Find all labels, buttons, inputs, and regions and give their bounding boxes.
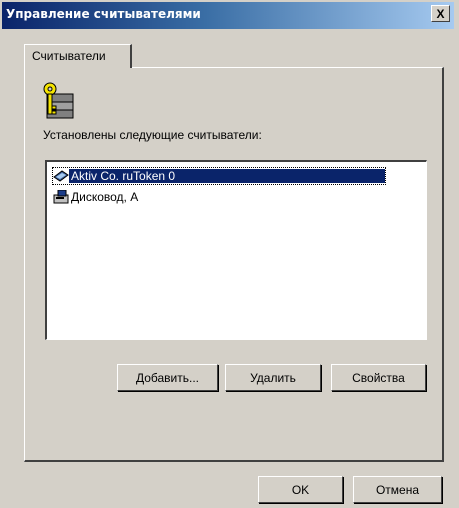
key-reader-icon [43, 82, 74, 119]
properties-button[interactable]: Свойства [331, 364, 426, 391]
token-reader-icon [53, 170, 69, 182]
list-item[interactable]: Aktiv Co. ruToken 0 [52, 167, 386, 185]
tab-readers[interactable]: Считыватели [24, 44, 132, 68]
list-item[interactable]: Дисковод, A [53, 189, 140, 205]
cancel-button[interactable]: Отмена [353, 476, 442, 503]
ok-button[interactable]: OK [258, 476, 343, 503]
list-item-label: Aktiv Co. ruToken 0 [69, 169, 385, 183]
close-icon: X [436, 6, 445, 21]
remove-button[interactable]: Удалить [225, 364, 321, 391]
floppy-drive-icon [53, 190, 69, 204]
window-title: Управление считывателями [6, 7, 201, 21]
close-button[interactable]: X [431, 5, 450, 22]
reader-management-dialog: Управление считывателями X Считыватели У… [0, 0, 459, 508]
title-bar: Управление считывателями X [2, 2, 454, 29]
tab-readers-label: Считыватели [32, 49, 106, 63]
installed-readers-label: Установлены следующие считыватели: [43, 128, 262, 142]
add-button[interactable]: Добавить... [117, 364, 218, 391]
list-item-label: Дисковод, A [71, 190, 139, 204]
readers-list[interactable]: Aktiv Co. ruToken 0 Дисковод, A [45, 160, 427, 340]
